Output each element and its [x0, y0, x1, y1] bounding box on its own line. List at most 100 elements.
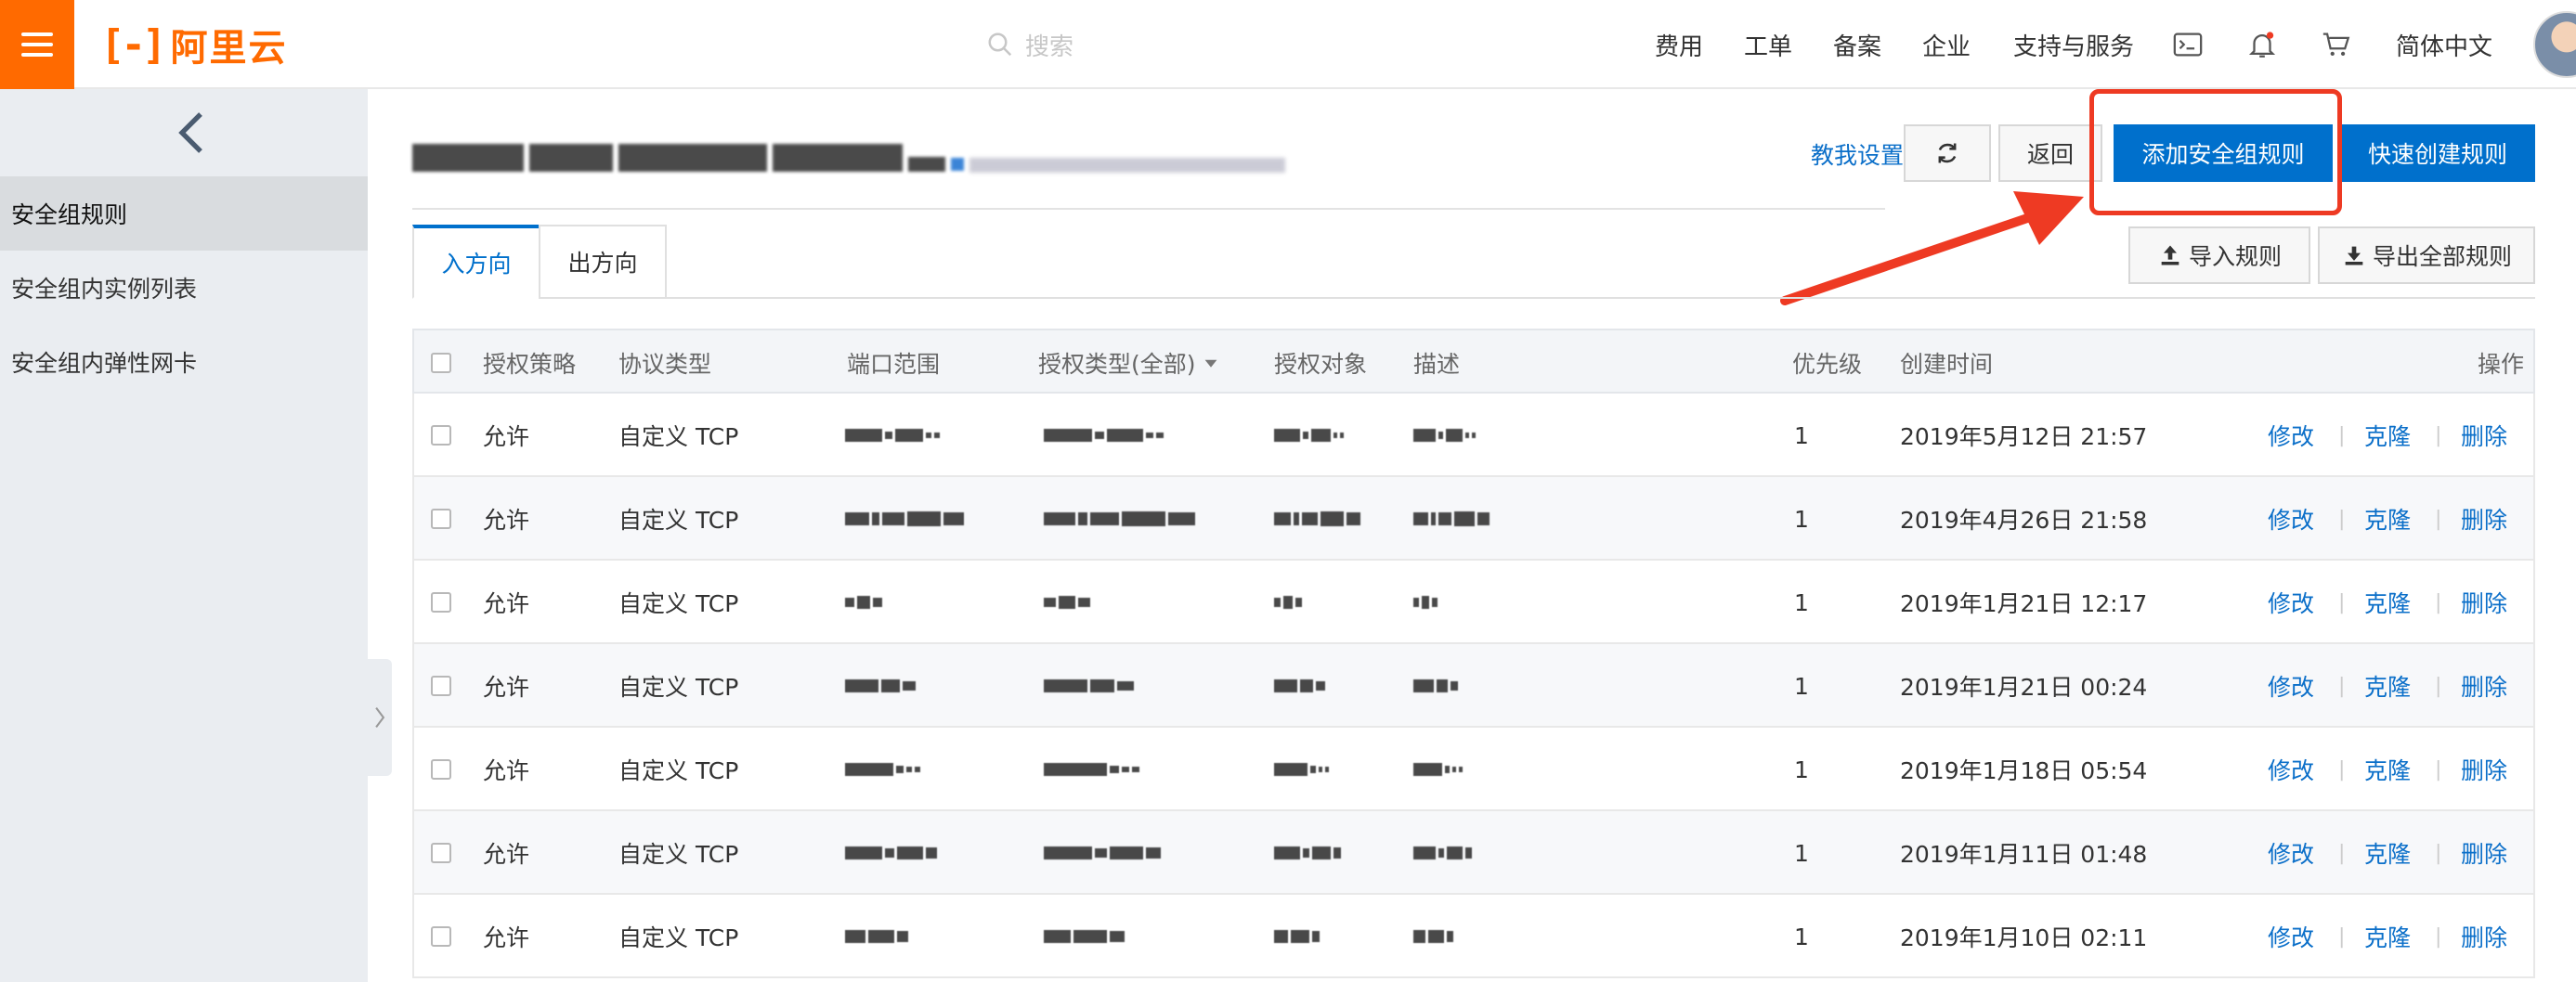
row-checkbox[interactable]: [431, 895, 451, 978]
nav-fee[interactable]: 费用: [1655, 28, 1703, 62]
back-chevron-icon[interactable]: [173, 110, 210, 156]
cell-policy: 允许: [483, 924, 530, 951]
cell-protocol: 自定义 TCP: [618, 757, 739, 784]
row-checkbox[interactable]: [431, 811, 451, 895]
cell-priority: 1: [1794, 923, 1809, 950]
cell-auth-type-redacted: [1044, 895, 1125, 978]
cart-icon[interactable]: [2318, 26, 2355, 63]
user-avatar[interactable]: [2533, 11, 2576, 78]
clone-rule-link[interactable]: 克隆: [2364, 895, 2411, 978]
cell-description-redacted: [1413, 561, 1438, 644]
upload-icon: [2157, 242, 2183, 268]
back-button[interactable]: 返回: [1998, 124, 2102, 182]
delete-rule-link[interactable]: 删除: [2461, 644, 2507, 728]
edit-rule-link[interactable]: 修改: [2268, 561, 2314, 644]
cell-created-time: 2019年1月21日 12:17: [1900, 590, 2148, 617]
cell-created-time: 2019年1月11日 01:48: [1900, 841, 2148, 868]
clone-rule-link[interactable]: 克隆: [2364, 394, 2411, 477]
edit-rule-link[interactable]: 修改: [2268, 728, 2314, 811]
terminal-icon[interactable]: [2169, 26, 2206, 63]
clone-rule-link[interactable]: 克隆: [2364, 728, 2411, 811]
edit-rule-link[interactable]: 修改: [2268, 895, 2314, 978]
col-protocol: 协议类型: [618, 351, 712, 378]
header-divider: [412, 208, 1885, 210]
clone-rule-link[interactable]: 克隆: [2364, 561, 2411, 644]
cell-protocol: 自定义 TCP: [618, 841, 739, 868]
table-row: 允许 自定义 TCP 1 2019年1月11日 01:48 修改 | 克隆 | …: [412, 811, 2535, 895]
cell-priority: 1: [1794, 672, 1809, 700]
row-checkbox[interactable]: [431, 728, 451, 811]
clone-rule-link[interactable]: 克隆: [2364, 811, 2411, 895]
tab-inbound[interactable]: 入方向: [412, 225, 540, 299]
cell-description-redacted: [1413, 728, 1463, 811]
cell-port-range-redacted: [845, 477, 964, 561]
cell-created-time: 2019年1月21日 00:24: [1900, 674, 2148, 701]
logo-mark: [-]: [100, 20, 167, 69]
security-group-title-redacted: [412, 139, 1285, 176]
sidebar-item-instances[interactable]: 安全组内实例列表: [0, 251, 368, 325]
sidebar-item-eni[interactable]: 安全组内弹性网卡: [0, 325, 368, 399]
cell-port-range-redacted: [845, 644, 916, 728]
delete-rule-link[interactable]: 删除: [2461, 811, 2507, 895]
edit-rule-link[interactable]: 修改: [2268, 644, 2314, 728]
row-checkbox[interactable]: [431, 561, 451, 644]
row-checkbox[interactable]: [431, 477, 451, 561]
clone-rule-link[interactable]: 克隆: [2364, 477, 2411, 561]
edit-rule-link[interactable]: 修改: [2268, 394, 2314, 477]
hamburger-menu-icon[interactable]: [0, 0, 74, 89]
cell-protocol: 自定义 TCP: [618, 590, 739, 617]
search-box[interactable]: 搜索: [986, 24, 1073, 65]
select-all-checkbox[interactable]: [431, 330, 451, 395]
highlight-annotation-box: [2089, 89, 2342, 215]
refresh-button[interactable]: [1904, 124, 1991, 182]
sidebar-collapse-handle[interactable]: [368, 659, 392, 776]
delete-rule-link[interactable]: 删除: [2461, 394, 2507, 477]
action-separator: |: [2338, 507, 2346, 531]
delete-rule-link[interactable]: 删除: [2461, 561, 2507, 644]
cell-auth-object-redacted: [1274, 644, 1325, 728]
import-rules-button[interactable]: 导入规则: [2128, 226, 2310, 284]
cell-policy: 允许: [483, 590, 530, 617]
cell-auth-type-redacted: [1044, 561, 1090, 644]
cell-description-redacted: [1413, 394, 1476, 477]
nav-filing[interactable]: 备案: [1833, 28, 1881, 62]
row-checkbox[interactable]: [431, 644, 451, 728]
action-separator: |: [2338, 590, 2346, 614]
cell-auth-object-redacted: [1274, 811, 1341, 895]
aliyun-logo[interactable]: [-] 阿里云: [100, 20, 287, 71]
edit-rule-link[interactable]: 修改: [2268, 811, 2314, 895]
sidebar-item-security-rules[interactable]: 安全组规则: [0, 176, 368, 251]
cell-created-time: 2019年1月10日 02:11: [1900, 924, 2148, 951]
cell-policy: 允许: [483, 757, 530, 784]
action-separator: |: [2435, 674, 2442, 698]
cell-priority: 1: [1794, 505, 1809, 533]
action-separator: |: [2338, 924, 2346, 949]
caret-down-icon: [1204, 359, 1216, 368]
export-rules-button[interactable]: 导出全部规则: [2318, 226, 2535, 284]
cell-auth-object-redacted: [1274, 394, 1344, 477]
cell-auth-object-redacted: [1274, 477, 1360, 561]
help-link[interactable]: 教我设置: [1811, 137, 1904, 171]
cell-auth-object-redacted: [1274, 561, 1302, 644]
table-row: 允许 自定义 TCP 1 2019年4月26日 21:58 修改 | 克隆 | …: [412, 477, 2535, 561]
download-icon: [2341, 242, 2367, 268]
tab-outbound[interactable]: 出方向: [539, 225, 667, 299]
row-checkbox[interactable]: [431, 394, 451, 477]
language-switch[interactable]: 简体中文: [2396, 28, 2492, 62]
col-port-range: 端口范围: [847, 351, 941, 378]
delete-rule-link[interactable]: 删除: [2461, 728, 2507, 811]
cell-description-redacted: [1413, 811, 1472, 895]
nav-support[interactable]: 支持与服务: [2013, 28, 2134, 62]
nav-enterprise[interactable]: 企业: [1922, 28, 1971, 62]
clone-rule-link[interactable]: 克隆: [2364, 644, 2411, 728]
col-auth-type-filter[interactable]: 授权类型(全部): [1038, 330, 1218, 395]
col-priority: 优先级: [1792, 351, 1863, 378]
edit-rule-link[interactable]: 修改: [2268, 477, 2314, 561]
delete-rule-link[interactable]: 删除: [2461, 477, 2507, 561]
cell-protocol: 自定义 TCP: [618, 924, 739, 951]
delete-rule-link[interactable]: 删除: [2461, 895, 2507, 978]
col-policy: 授权策略: [483, 351, 577, 378]
bell-icon[interactable]: [2244, 26, 2281, 63]
nav-ticket[interactable]: 工单: [1744, 28, 1792, 62]
quick-create-rule-button[interactable]: 快速创建规则: [2340, 124, 2535, 182]
